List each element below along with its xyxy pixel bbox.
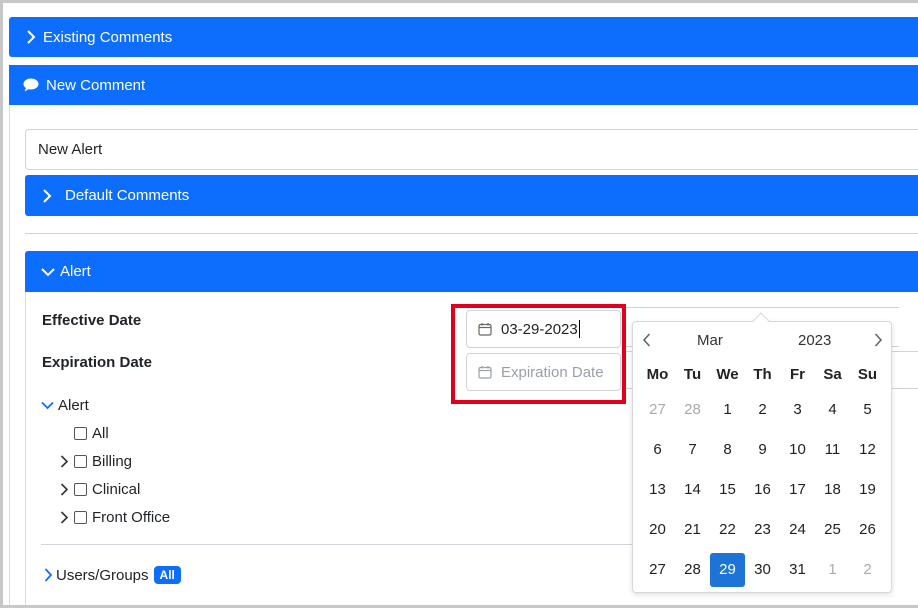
checkbox-all[interactable] — [74, 427, 87, 440]
alert-section-header[interactable]: Alert — [25, 251, 918, 292]
day-cell[interactable]: 20 — [640, 513, 675, 547]
day-cell[interactable]: 5 — [850, 393, 885, 427]
divider — [25, 233, 918, 234]
chevron-down-icon — [41, 267, 55, 277]
day-cell[interactable]: 1 — [710, 393, 745, 427]
new-comment-label: New Comment — [46, 76, 146, 94]
datepicker-header: Mar 2023 — [633, 330, 891, 352]
weekday-label: Tu — [683, 366, 702, 383]
tree-node-billing-label: Billing — [92, 453, 133, 470]
day-cell[interactable]: 19 — [850, 473, 885, 507]
new-comment-body-border — [9, 105, 10, 605]
day-cell[interactable]: 27 — [640, 393, 675, 427]
day-cell[interactable]: 22 — [710, 513, 745, 547]
default-comments-panel-header[interactable]: Default Comments — [25, 175, 918, 216]
week-row: 13 14 15 16 17 18 19 — [640, 470, 885, 510]
day-cell[interactable]: 24 — [780, 513, 815, 547]
checkbox-front-office[interactable] — [74, 511, 87, 524]
week-row: 6 7 8 9 10 11 12 — [640, 430, 885, 470]
new-comment-panel-header[interactable]: New Comment — [9, 65, 918, 105]
effective-date-label: Effective Date — [42, 312, 142, 329]
day-cell[interactable]: 8 — [710, 433, 745, 467]
datepicker-popup: Mar 2023 Mo Tu We Th Fr Sa Su 27 28 1 2 3 4 5 6… — [632, 312, 892, 593]
existing-comments-panel-header[interactable]: Existing Comments — [9, 17, 918, 57]
tree-node-billing[interactable]: Billing — [58, 453, 132, 470]
alert-section-label: Alert — [60, 263, 91, 280]
tree-node-alert[interactable]: Alert — [41, 397, 89, 414]
day-cell[interactable]: 16 — [745, 473, 780, 507]
chevron-right-icon — [26, 30, 36, 44]
weekday-label: Mo — [646, 366, 669, 383]
chevron-right-icon — [43, 568, 53, 582]
day-cell[interactable]: 7 — [675, 433, 710, 467]
users-groups-toggle[interactable]: Users/Groups All — [43, 566, 181, 584]
week-row: 20 21 22 23 24 25 26 — [640, 510, 885, 550]
day-cell[interactable]: 10 — [780, 433, 815, 467]
checkbox-clinical[interactable] — [74, 483, 87, 496]
alert-body-border — [25, 292, 26, 605]
comment-subject-value: New Alert — [38, 141, 103, 158]
weekday-label: Fr — [790, 366, 805, 383]
day-cell[interactable]: 28 — [675, 553, 710, 587]
chevron-right-icon[interactable] — [58, 483, 71, 496]
day-cell[interactable]: 1 — [815, 553, 850, 587]
day-cell[interactable]: 6 — [640, 433, 675, 467]
day-cell[interactable]: 11 — [815, 433, 850, 467]
week-row: 27 28 1 2 3 4 5 — [640, 390, 885, 430]
weekday-row: Mo Tu We Th Fr Sa Su — [640, 360, 885, 390]
day-cell[interactable]: 26 — [850, 513, 885, 547]
datepicker-month[interactable]: Mar — [697, 332, 723, 349]
prev-month-icon[interactable] — [642, 333, 651, 351]
comment-subject-input[interactable]: New Alert — [25, 129, 918, 170]
app-frame: Existing Comments New Comment New Alert … — [0, 0, 918, 608]
day-cell[interactable]: 18 — [815, 473, 850, 507]
day-cell[interactable]: 2 — [850, 553, 885, 587]
tree-node-all-label: All — [92, 425, 109, 442]
day-cell[interactable]: 2 — [745, 393, 780, 427]
tree-node-alert-label: Alert — [58, 397, 89, 414]
weekday-label: We — [716, 366, 739, 383]
day-cell-selected[interactable]: 29 — [710, 553, 745, 587]
comment-icon — [23, 78, 39, 92]
tree-node-clinical[interactable]: Clinical — [58, 481, 140, 498]
day-cell[interactable]: 21 — [675, 513, 710, 547]
day-cell[interactable]: 25 — [815, 513, 850, 547]
week-row: 27 28 29 30 31 1 2 — [640, 550, 885, 590]
day-cell[interactable]: 13 — [640, 473, 675, 507]
datepicker-grid: Mo Tu We Th Fr Sa Su 27 28 1 2 3 4 5 6 7 8 9 10 11 12… — [640, 360, 885, 590]
expiration-date-label: Expiration Date — [42, 354, 153, 371]
existing-comments-label: Existing Comments — [43, 28, 173, 46]
chevron-right-icon[interactable] — [58, 455, 71, 468]
chevron-right-icon[interactable] — [58, 511, 71, 524]
day-cell[interactable]: 31 — [780, 553, 815, 587]
day-cell[interactable]: 23 — [745, 513, 780, 547]
day-cell[interactable]: 12 — [850, 433, 885, 467]
day-cell[interactable]: 9 — [745, 433, 780, 467]
weekday-label: Th — [753, 366, 772, 383]
day-cell[interactable]: 28 — [675, 393, 710, 427]
datepicker-year[interactable]: 2023 — [798, 332, 831, 349]
next-month-icon[interactable] — [874, 333, 883, 351]
tree-node-all[interactable]: All — [74, 425, 109, 442]
weekday-label: Sa — [823, 366, 842, 383]
tree-node-front-office-label: Front Office — [92, 509, 171, 526]
users-groups-badge: All — [153, 566, 181, 584]
day-cell[interactable]: 15 — [710, 473, 745, 507]
day-cell[interactable]: 4 — [815, 393, 850, 427]
users-groups-label: Users/Groups — [56, 566, 149, 584]
day-cell[interactable]: 17 — [780, 473, 815, 507]
chevron-right-icon — [42, 188, 52, 203]
day-cell[interactable]: 14 — [675, 473, 710, 507]
tree-node-clinical-label: Clinical — [92, 481, 141, 498]
day-cell[interactable]: 30 — [745, 553, 780, 587]
chevron-down-icon — [41, 401, 54, 410]
default-comments-label: Default Comments — [65, 187, 190, 204]
weekday-label: Su — [857, 366, 878, 383]
checkbox-billing[interactable] — [74, 455, 87, 468]
day-cell[interactable]: 27 — [640, 553, 675, 587]
highlight-box — [451, 304, 626, 404]
divider — [41, 544, 641, 545]
tree-node-front-office[interactable]: Front Office — [58, 509, 170, 526]
day-cell[interactable]: 3 — [780, 393, 815, 427]
